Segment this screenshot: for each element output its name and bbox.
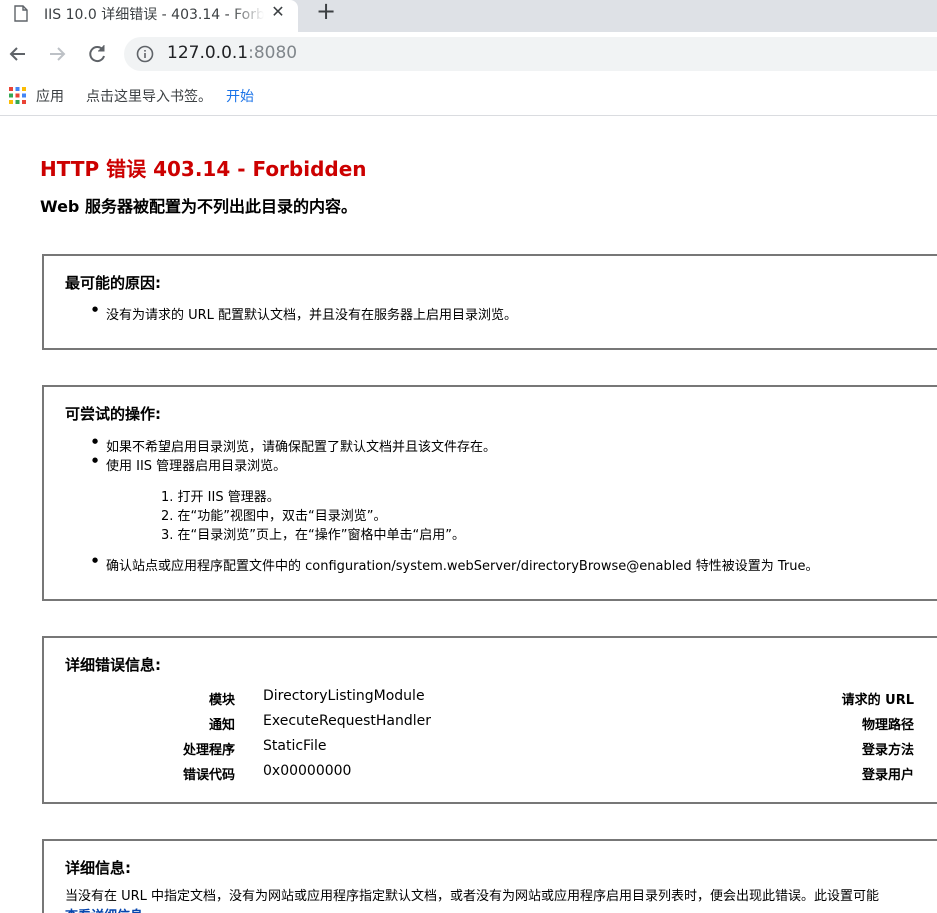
action-step: 3. 在“目录浏览”页上，在“操作”窗格中单击“启用”。 bbox=[161, 528, 465, 543]
more-info-link[interactable]: 查看详细信息 » bbox=[65, 905, 156, 913]
actions-panel: 可尝试的操作: 如果不希望启用目录浏览，请确保配置了默认文档并且该文件存在。 使… bbox=[42, 385, 937, 601]
info-icon[interactable] bbox=[136, 45, 154, 63]
action-step: 2. 在“功能”视图中，双击“目录浏览”。 bbox=[161, 509, 387, 524]
action-item: 使用 IIS 管理器启用目录浏览。 bbox=[92, 455, 286, 474]
close-tab-icon[interactable]: ✕ bbox=[268, 2, 288, 22]
error-subtitle: Web 服务器被配置为不列出此目录的内容。 bbox=[40, 197, 357, 216]
action-item: 如果不希望启用目录浏览，请确保配置了默认文档并且该文件存在。 bbox=[92, 436, 496, 455]
detail-value-handler: StaticFile bbox=[263, 738, 327, 754]
new-tab-button[interactable]: + bbox=[314, 0, 338, 24]
bookmark-apps[interactable]: 应用 bbox=[36, 86, 64, 106]
browser-tab[interactable]: IIS 10.0 详细错误 - 403.14 - Forbidden ✕ bbox=[0, 0, 298, 32]
tab-title: IIS 10.0 详细错误 - 403.14 - Forbidden bbox=[44, 7, 264, 23]
causes-panel: 最可能的原因: 没有为请求的 URL 配置默认文档，并且没有在服务器上启用目录浏… bbox=[42, 254, 937, 350]
detail-label-physical-path: 物理路径 bbox=[861, 718, 914, 733]
more-info-text: 当没有在 URL 中指定文档，没有为网站或应用程序指定默认文档，或者没有为网站或… bbox=[65, 889, 880, 904]
url-host: 127.0.0.1 bbox=[167, 43, 249, 63]
action-step: 1. 打开 IIS 管理器。 bbox=[161, 490, 280, 505]
causes-heading: 最可能的原因: bbox=[65, 274, 161, 292]
detail-label-logon-method: 登录方法 bbox=[861, 743, 914, 758]
bookmark-import-hint: 点击这里导入书签。 bbox=[86, 89, 212, 105]
detail-label-notification: 通知 bbox=[208, 718, 235, 733]
more-info-heading: 详细信息: bbox=[65, 859, 131, 877]
forward-arrow-icon[interactable] bbox=[44, 41, 70, 67]
cause-item: 没有为请求的 URL 配置默认文档，并且没有在服务器上启用目录浏览。 bbox=[92, 304, 517, 323]
more-info-panel: 详细信息: 当没有在 URL 中指定文档，没有为网站或应用程序指定默认文档，或者… bbox=[42, 839, 937, 913]
tab-strip: IIS 10.0 详细错误 - 403.14 - Forbidden ✕ + bbox=[0, 0, 937, 32]
detail-label-module: 模块 bbox=[208, 693, 235, 708]
detail-error-heading: 详细错误信息: bbox=[65, 656, 161, 674]
back-arrow-icon[interactable] bbox=[5, 41, 31, 67]
bookmark-start-link[interactable]: 开始 bbox=[226, 86, 254, 106]
browser-toolbar: 127.0.0.1:8080 bbox=[0, 32, 937, 78]
apps-grid-icon[interactable] bbox=[9, 87, 26, 104]
detail-label-error-code: 错误代码 bbox=[182, 768, 235, 783]
detail-error-panel: 详细错误信息: 模块 DirectoryListingModule 通知 Exe… bbox=[42, 636, 937, 804]
detail-value-error-code: 0x00000000 bbox=[263, 763, 352, 779]
bookmarks-bar: 应用 点击这里导入书签。 开始 bbox=[0, 78, 937, 116]
actions-heading: 可尝试的操作: bbox=[65, 405, 161, 423]
action-item: 确认站点或应用程序配置文件中的 configuration/system.web… bbox=[92, 555, 818, 574]
detail-value-module: DirectoryListingModule bbox=[263, 688, 425, 704]
page-content: HTTP 错误 403.14 - Forbidden Web 服务器被配置为不列… bbox=[0, 117, 937, 913]
page-icon bbox=[14, 5, 28, 22]
detail-label-logon-user: 登录用户 bbox=[861, 768, 914, 783]
error-title: HTTP 错误 403.14 - Forbidden bbox=[40, 157, 367, 181]
url-port: :8080 bbox=[248, 43, 298, 63]
reload-icon[interactable] bbox=[84, 41, 110, 67]
detail-label-requested-url: 请求的 URL bbox=[841, 693, 914, 708]
address-bar[interactable]: 127.0.0.1:8080 bbox=[124, 37, 937, 71]
detail-value-notification: ExecuteRequestHandler bbox=[263, 713, 431, 729]
url-text: 127.0.0.1:8080 bbox=[167, 43, 297, 63]
detail-label-handler: 处理程序 bbox=[182, 743, 235, 758]
